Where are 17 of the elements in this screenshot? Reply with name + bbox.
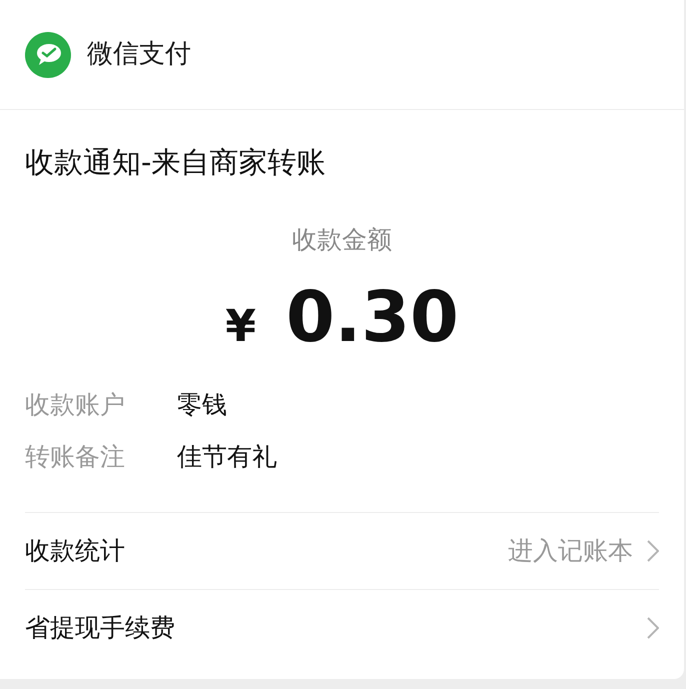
amount-label: 收款金额 bbox=[292, 227, 392, 252]
detail-label: 转账备注 bbox=[25, 442, 126, 472]
currency-symbol: ¥ bbox=[225, 305, 256, 349]
detail-value: 佳节有礼 bbox=[177, 442, 277, 472]
link-label: 省提现手续费 bbox=[25, 612, 176, 644]
amount-value: 0.30 bbox=[286, 282, 459, 352]
link-label: 收款统计 bbox=[25, 535, 126, 568]
detail-value: 零钱 bbox=[177, 390, 227, 420]
notice-title: 收款通知-来自商家转账 bbox=[25, 148, 326, 177]
wechat-pay-logo-icon bbox=[25, 32, 71, 78]
link-row[interactable]: 收款统计 进入记账本 bbox=[25, 512, 659, 589]
app-name: 微信支付 bbox=[87, 38, 191, 71]
detail-label: 收款账户 bbox=[25, 390, 126, 420]
chevron-right-icon bbox=[647, 617, 659, 639]
link-hint: 进入记账本 bbox=[508, 535, 633, 568]
link-row[interactable]: 省提现手续费 bbox=[25, 589, 659, 666]
chevron-right-icon bbox=[647, 540, 659, 562]
